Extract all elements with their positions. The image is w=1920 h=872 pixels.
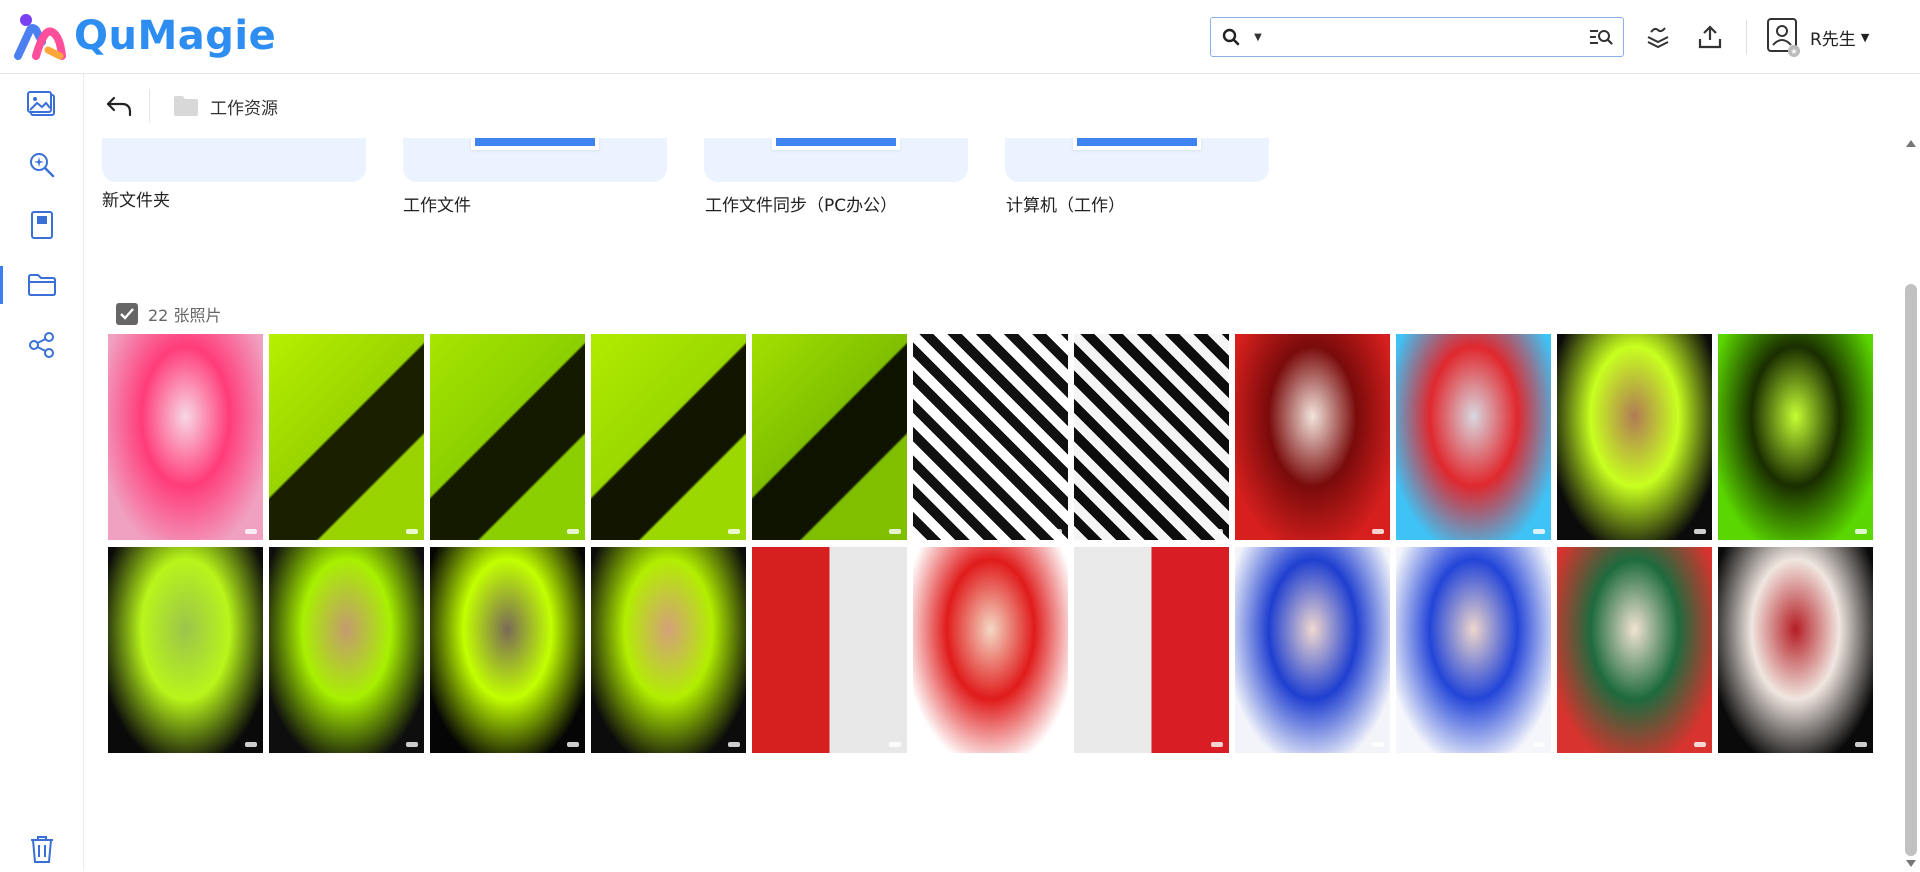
sidebar-item-trash[interactable]: [0, 826, 84, 872]
folder-thumbnail: [471, 138, 599, 150]
top-bar: QuMagie ▼ ★ R先生 ▼: [0, 0, 1920, 74]
sidebar: [0, 74, 84, 871]
folder-card[interactable]: [403, 138, 667, 182]
photo-thumbnail[interactable]: [1235, 334, 1390, 540]
svg-text:★: ★: [1790, 47, 1797, 56]
watermark-badge: [728, 742, 740, 747]
photo-thumbnail[interactable]: [269, 334, 424, 540]
photo-thumbnail[interactable]: [752, 547, 907, 753]
search-bar: ▼: [1210, 17, 1624, 57]
background-tasks-icon[interactable]: [1638, 17, 1678, 57]
toolbar-divider: [1746, 20, 1747, 54]
app-title: QuMagie: [74, 13, 277, 59]
photo-thumbnail[interactable]: [591, 334, 746, 540]
watermark-badge: [406, 742, 418, 747]
photo-thumbnail[interactable]: [1235, 547, 1390, 753]
photo-thumbnail[interactable]: [913, 334, 1068, 540]
upload-icon[interactable]: [1690, 17, 1730, 57]
photo-thumbnail[interactable]: [591, 547, 746, 753]
main-content: 工作资源 新文件夹 工作文件 工作文件同步（PC办公） 计算机（工作） 22 张…: [85, 74, 1901, 871]
sidebar-item-shared[interactable]: [0, 322, 84, 368]
sidebar-item-albums[interactable]: [0, 202, 84, 248]
watermark-badge: [245, 529, 257, 534]
photo-thumbnail[interactable]: [1074, 547, 1229, 753]
watermark-badge: [406, 529, 418, 534]
folder-thumbnail: [1073, 138, 1201, 150]
photo-thumbnail[interactable]: [1718, 334, 1873, 540]
watermark-badge: [1211, 529, 1223, 534]
smart-album-icon: [30, 153, 55, 178]
folder-thumbnail: [772, 138, 900, 150]
photos-icon: [27, 91, 55, 116]
photo-thumbnail[interactable]: [1557, 547, 1712, 753]
scroll-up-icon[interactable]: [1906, 140, 1916, 147]
watermark-badge: [1050, 742, 1062, 747]
trash-icon: [31, 836, 53, 863]
sidebar-item-photos[interactable]: [0, 82, 84, 128]
watermark-badge: [1372, 742, 1384, 747]
watermark-badge: [1855, 742, 1867, 747]
watermark-badge: [1855, 529, 1867, 534]
sidebar-item-folders[interactable]: [0, 262, 84, 308]
watermark-badge: [1533, 742, 1545, 747]
album-icon: [31, 211, 53, 239]
photo-thumbnail[interactable]: [1557, 334, 1712, 540]
photo-thumbnail[interactable]: [430, 334, 585, 540]
qumagie-logo-icon: [14, 12, 66, 60]
watermark-badge: [728, 529, 740, 534]
scrollbar-thumb[interactable]: [1905, 284, 1917, 856]
watermark-badge: [889, 529, 901, 534]
user-caret-icon: ▼: [1860, 30, 1870, 44]
folder-name: 新文件夹: [102, 191, 170, 211]
share-icon: [29, 332, 54, 358]
photo-thumbnail[interactable]: [430, 547, 585, 753]
user-name: R先生: [1810, 29, 1856, 50]
user-menu[interactable]: ★ R先生 ▼: [1766, 14, 1869, 60]
breadcrumb-current: 工作资源: [210, 98, 278, 119]
photo-thumbnail[interactable]: [1396, 547, 1551, 753]
photo-thumbnail[interactable]: [913, 547, 1068, 753]
watermark-badge: [1211, 742, 1223, 747]
search-scope-dropdown[interactable]: ▼: [1251, 18, 1265, 56]
photos-header: 22 张照片: [116, 302, 221, 326]
scroll-down-icon[interactable]: [1906, 860, 1916, 867]
watermark-badge: [1050, 529, 1062, 534]
sidebar-item-smart-album[interactable]: [0, 142, 84, 188]
photo-thumbnail[interactable]: [108, 547, 263, 753]
photo-thumbnail[interactable]: [752, 334, 907, 540]
breadcrumb: 工作资源: [85, 74, 1901, 138]
photo-thumbnail[interactable]: [1718, 547, 1873, 753]
breadcrumb-divider: [149, 89, 150, 123]
advanced-search-icon[interactable]: [1579, 18, 1623, 56]
back-arrow-icon: [106, 96, 132, 117]
watermark-badge: [1694, 742, 1706, 747]
checkmark-icon: [120, 308, 134, 320]
folder-card[interactable]: [1005, 138, 1269, 182]
watermark-badge: [567, 529, 579, 534]
folder-name: 计算机（工作）: [1006, 196, 1125, 216]
select-all-checkbox[interactable]: [116, 303, 138, 325]
app-logo[interactable]: QuMagie: [14, 12, 276, 60]
search-icon[interactable]: [1211, 18, 1251, 56]
folder-name: 工作文件同步（PC办公）: [705, 196, 898, 216]
watermark-badge: [1533, 529, 1545, 534]
user-avatar-icon: ★: [1766, 17, 1800, 57]
photo-thumbnail[interactable]: [1396, 334, 1551, 540]
breadcrumb-folder-icon: [174, 96, 198, 116]
watermark-badge: [567, 742, 579, 747]
watermark-badge: [245, 742, 257, 747]
watermark-badge: [1694, 529, 1706, 534]
watermark-badge: [1372, 529, 1384, 534]
photo-thumbnail[interactable]: [269, 547, 424, 753]
search-input[interactable]: [1265, 19, 1579, 55]
folder-name: 工作文件: [403, 196, 471, 216]
folder-card[interactable]: [704, 138, 968, 182]
folder-icon: [28, 274, 56, 296]
photo-thumbnail[interactable]: [1074, 334, 1229, 540]
folder-card[interactable]: [102, 138, 366, 182]
back-button[interactable]: [89, 74, 149, 138]
photo-thumbnail[interactable]: [108, 334, 263, 540]
photo-count: 22 张照片: [148, 306, 222, 325]
watermark-badge: [889, 742, 901, 747]
